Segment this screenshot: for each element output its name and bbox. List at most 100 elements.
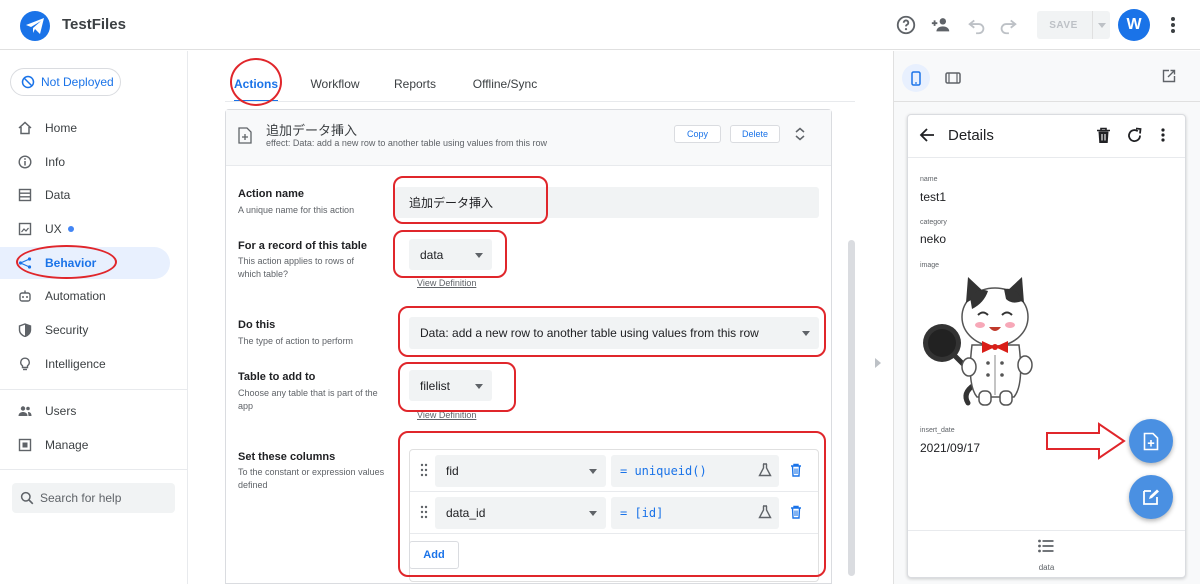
- chevron-down-icon: [589, 511, 597, 516]
- action-effect: effect: Data: add a new row to another t…: [266, 138, 547, 148]
- sidebar: Not Deployed Home Info Data UX Behavior …: [0, 51, 188, 584]
- unfold-icon[interactable]: [794, 127, 806, 144]
- back-arrow-icon[interactable]: [919, 127, 935, 146]
- sidebar-item-data[interactable]: Data: [0, 179, 170, 211]
- bottom-nav-label[interactable]: data: [908, 563, 1185, 572]
- top-bar: TestFiles SAVE W: [0, 0, 1200, 50]
- column-select-value: fid: [446, 464, 459, 478]
- bulb-icon: [18, 357, 32, 371]
- tab-offline-sync[interactable]: Offline/Sync: [465, 66, 545, 102]
- open-in-new-icon[interactable]: [1162, 69, 1176, 86]
- app-title: TestFiles: [62, 16, 126, 33]
- chevron-down-icon: [475, 383, 483, 389]
- sidebar-item-manage[interactable]: Manage: [0, 429, 170, 461]
- sidebar-item-info[interactable]: Info: [0, 146, 170, 178]
- field-value: 2021/09/17: [920, 441, 981, 455]
- edit-action-button[interactable]: [1129, 475, 1173, 519]
- help-search-placeholder: Search for help: [40, 491, 122, 505]
- users-icon: [18, 404, 32, 418]
- tablet-preview-icon[interactable]: [939, 64, 967, 92]
- flask-icon[interactable]: [758, 463, 772, 480]
- column-select[interactable]: fid: [435, 455, 606, 487]
- column-select[interactable]: data_id: [435, 497, 606, 529]
- table-help: This action applies to rows of which tab…: [238, 256, 355, 279]
- app-logo-icon: [20, 11, 50, 41]
- delete-icon[interactable]: [1096, 127, 1111, 147]
- field-value: test1: [920, 190, 947, 204]
- note-add-icon: [1143, 432, 1159, 450]
- deploy-status-chip[interactable]: Not Deployed: [10, 68, 121, 96]
- mobile-preview-icon[interactable]: [902, 64, 930, 92]
- collapse-panel-arrow-icon[interactable]: [875, 358, 881, 368]
- sidebar-item-behavior[interactable]: Behavior: [0, 247, 170, 279]
- save-dropdown-button[interactable]: [1092, 11, 1110, 39]
- save-button-group: SAVE: [1037, 11, 1110, 39]
- tab-actions[interactable]: Actions: [230, 66, 282, 102]
- do-this-help: The type of action to perform: [238, 336, 354, 346]
- flask-icon[interactable]: [758, 505, 772, 522]
- columns-label: Set these columns: [238, 451, 336, 463]
- detail-view-header: Details: [908, 115, 1185, 158]
- action-card-header[interactable]: 追加データ挿入 effect: Data: add a new row to a…: [226, 110, 831, 166]
- add-person-icon[interactable]: [930, 14, 952, 36]
- more-vert-icon[interactable]: [1160, 127, 1166, 146]
- redo-icon[interactable]: [997, 14, 1019, 36]
- sidebar-item-label: Manage: [45, 438, 89, 452]
- column-expression-input[interactable]: = [id]: [611, 497, 779, 529]
- add-column-button[interactable]: Add: [409, 541, 459, 569]
- action-type-select[interactable]: Data: add a new row to another table usi…: [409, 317, 819, 349]
- save-button[interactable]: SAVE: [1037, 11, 1090, 39]
- tab-workflow[interactable]: Workflow: [305, 66, 365, 102]
- sidebar-item-label: Users: [45, 404, 77, 418]
- action-effect-prefix: effect:: [266, 138, 291, 148]
- delete-column-icon[interactable]: [790, 505, 802, 522]
- sidebar-item-automation[interactable]: Automation: [0, 280, 170, 312]
- more-vert-icon[interactable]: [1163, 14, 1183, 36]
- sidebar-item-ux[interactable]: UX: [0, 213, 170, 245]
- delete-column-icon[interactable]: [790, 463, 802, 480]
- sidebar-item-label: Automation: [45, 289, 106, 303]
- bottom-nav: data: [908, 530, 1185, 577]
- refresh-icon[interactable]: [1126, 127, 1143, 147]
- preview-toolbar-divider: [894, 101, 1200, 102]
- column-row: data_id = [id]: [410, 492, 818, 534]
- field-label: insert_date: [920, 427, 955, 434]
- main-scrollbar[interactable]: [848, 240, 855, 576]
- drag-handle-icon[interactable]: [420, 463, 428, 480]
- view-definition-link[interactable]: View Definition: [417, 278, 476, 288]
- info-icon: [18, 155, 32, 169]
- action-doc-icon: [238, 127, 252, 147]
- columns-help: To the constant or expression values def…: [238, 467, 385, 490]
- chevron-down-icon: [802, 331, 810, 336]
- column-expression-input[interactable]: = uniqueid(): [611, 455, 779, 487]
- undo-icon[interactable]: [966, 14, 988, 36]
- avatar[interactable]: W: [1118, 9, 1150, 41]
- sidebar-item-home[interactable]: Home: [0, 112, 170, 144]
- add-row-action-button[interactable]: [1129, 419, 1173, 463]
- action-name-label: Action name: [238, 188, 305, 200]
- sidebar-item-label: Behavior: [45, 256, 97, 270]
- sidebar-item-intelligence[interactable]: Intelligence: [0, 348, 170, 380]
- chevron-down-icon: [1097, 22, 1106, 28]
- action-name-input[interactable]: 追加データ挿入: [395, 187, 819, 218]
- tabs-divider: [225, 101, 855, 102]
- sidebar-item-label: Home: [45, 121, 78, 135]
- copy-button[interactable]: Copy: [674, 125, 721, 143]
- tab-reports[interactable]: Reports: [389, 66, 441, 102]
- help-icon[interactable]: [895, 14, 917, 36]
- drag-handle-icon[interactable]: [420, 505, 428, 522]
- delete-button[interactable]: Delete: [730, 125, 780, 143]
- target-table-select[interactable]: filelist: [409, 370, 492, 401]
- table-label: For a record of this table: [238, 240, 367, 252]
- column-select-value: data_id: [446, 506, 486, 520]
- action-title: 追加データ挿入: [266, 123, 358, 138]
- field-label: image: [920, 262, 940, 269]
- sidebar-item-security[interactable]: Security: [0, 314, 170, 346]
- list-icon[interactable]: [1038, 539, 1054, 556]
- table-select[interactable]: data: [409, 239, 492, 270]
- help-search-input[interactable]: Search for help: [12, 483, 175, 513]
- target-table-help: Choose any table that is part of the app: [238, 388, 378, 411]
- sidebar-item-users[interactable]: Users: [0, 395, 170, 427]
- ux-change-dot: [67, 226, 74, 232]
- view-definition-link[interactable]: View Definition: [417, 410, 476, 420]
